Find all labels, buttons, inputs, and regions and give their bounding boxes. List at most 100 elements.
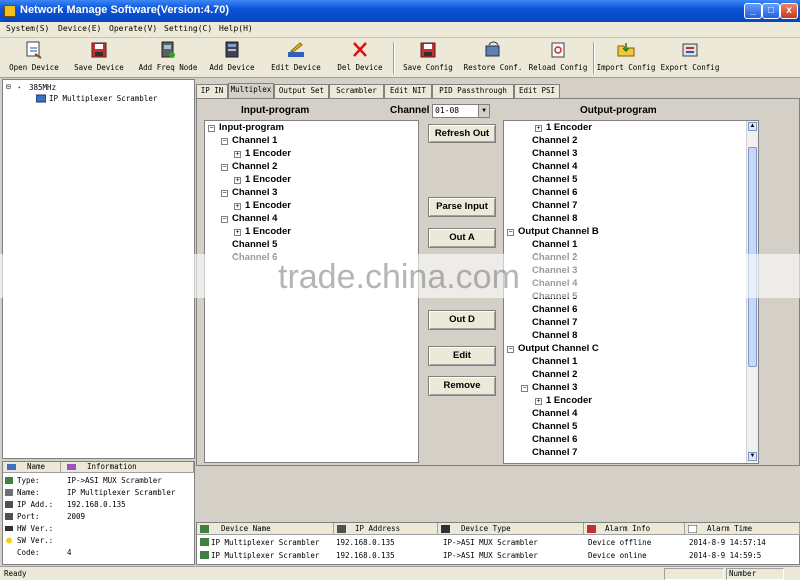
tree-node[interactable]: Channel 3 xyxy=(532,382,577,393)
tab-edit-nit[interactable]: Edit NIT xyxy=(384,84,432,98)
col-alarm-time[interactable]: Alarm Time xyxy=(685,523,800,535)
collapse-icon[interactable]: − xyxy=(208,125,215,132)
collapse-icon[interactable]: − xyxy=(221,216,228,223)
del-device-button[interactable]: Del Device xyxy=(327,40,393,76)
tree-node[interactable]: Channel 2 xyxy=(532,135,577,146)
tree-node[interactable]: 1 Encoder xyxy=(245,174,291,185)
tree-node[interactable]: Channel 6 xyxy=(532,304,577,315)
minimize-button[interactable]: _ xyxy=(744,3,762,19)
chevron-down-icon[interactable]: ▼ xyxy=(478,105,489,117)
reload-config-button[interactable]: Reload Config xyxy=(525,40,591,76)
collapse-icon[interactable]: − xyxy=(507,229,514,236)
tree-node[interactable]: Channel 2 xyxy=(532,369,577,380)
props-header-information[interactable]: Information xyxy=(61,462,194,473)
tree-node[interactable]: Channel 4 xyxy=(532,408,577,419)
collapse-icon[interactable]: − xyxy=(521,385,528,392)
tree-node[interactable]: Input-program xyxy=(219,122,284,133)
ip-icon xyxy=(5,501,13,508)
export-config-button[interactable]: Export Config xyxy=(657,40,723,76)
tree-node[interactable]: Channel 6 xyxy=(532,434,577,445)
tree-node[interactable]: 1 Encoder xyxy=(546,122,592,133)
tree-node[interactable]: Channel 5 xyxy=(532,421,577,432)
close-button[interactable]: x xyxy=(780,3,798,19)
menu-help[interactable]: Help(H) xyxy=(219,24,253,33)
tree-node[interactable]: 1 Encoder xyxy=(245,148,291,159)
tree-node[interactable]: Channel 3 xyxy=(232,187,277,198)
tree-node[interactable]: Channel 1 xyxy=(232,135,277,146)
out-d-button[interactable]: Out D xyxy=(428,310,496,330)
tree-device-node[interactable]: IP Multiplexer Scrambler xyxy=(49,94,157,103)
refresh-out-button[interactable]: Refresh Out xyxy=(428,124,496,143)
edit-button[interactable]: Edit xyxy=(428,346,496,366)
tree-node[interactable]: Output Channel B xyxy=(518,226,599,237)
remove-button[interactable]: Remove xyxy=(428,376,496,396)
import-config-icon xyxy=(617,43,635,57)
prop-row-hw: HW Ver.: xyxy=(3,523,194,534)
expand-icon[interactable]: + xyxy=(234,177,241,184)
tree-node[interactable]: Channel 5 xyxy=(532,174,577,185)
tree-node[interactable]: 1 Encoder xyxy=(245,200,291,211)
expand-icon[interactable]: + xyxy=(234,151,241,158)
collapse-icon[interactable]: − xyxy=(221,164,228,171)
col-device-type[interactable]: Device Type xyxy=(438,523,584,535)
maximize-button[interactable]: □ xyxy=(762,3,780,19)
open-device-button[interactable]: Open Device xyxy=(1,40,67,76)
device-row-icon xyxy=(200,538,209,546)
collapse-icon[interactable]: − xyxy=(221,138,228,145)
col-device-name[interactable]: Device Name xyxy=(197,523,334,535)
tree-node[interactable]: Channel 7 xyxy=(532,317,577,328)
scroll-up-icon[interactable]: ▲ xyxy=(748,122,757,131)
tab-pid-passthrough[interactable]: PID Passthrough xyxy=(432,84,514,98)
tree-node[interactable]: 1 Encoder xyxy=(245,226,291,237)
tree-node[interactable]: Channel 4 xyxy=(232,213,277,224)
col-alarm-info[interactable]: Alarm Info xyxy=(584,523,685,535)
edit-device-icon xyxy=(288,42,304,57)
tab-output-set[interactable]: Output Set xyxy=(274,84,329,98)
save-config-icon xyxy=(420,42,436,58)
tree-root-freq[interactable]: 385MHz xyxy=(29,83,56,92)
menu-system[interactable]: System(S) xyxy=(6,24,49,33)
import-config-button[interactable]: Import Config xyxy=(593,40,659,76)
tree-node[interactable]: Channel 1 xyxy=(532,356,577,367)
parse-input-button[interactable]: Parse Input xyxy=(428,197,496,217)
tab-scrambler[interactable]: Scrambler xyxy=(329,84,384,98)
expand-icon[interactable]: + xyxy=(234,203,241,210)
expand-icon[interactable]: + xyxy=(234,229,241,236)
save-device-button[interactable]: Save Device xyxy=(66,40,132,76)
tab-ip-in[interactable]: IP IN xyxy=(196,84,228,98)
tree-node[interactable]: Channel 2 xyxy=(232,161,277,172)
scroll-down-icon[interactable]: ▼ xyxy=(748,452,757,461)
collapse-icon[interactable]: − xyxy=(221,190,228,197)
tree-node[interactable]: Channel 7 xyxy=(532,200,577,211)
collapse-icon[interactable]: − xyxy=(507,346,514,353)
save-config-button[interactable]: Save Config xyxy=(395,40,461,76)
expand-icon[interactable]: + xyxy=(535,398,542,405)
tree-node[interactable]: Channel 3 xyxy=(532,148,577,159)
restore-config-button[interactable]: Restore Conf. xyxy=(460,40,526,76)
props-header-name[interactable]: Name xyxy=(3,462,61,473)
status-bar: Ready Number xyxy=(0,566,800,580)
tree-node[interactable]: 1 Encoder xyxy=(546,395,592,406)
tree-node[interactable]: Channel 8 xyxy=(532,330,577,341)
tree-node[interactable]: Output Channel C xyxy=(518,343,599,354)
tree-node[interactable]: Channel 4 xyxy=(532,161,577,172)
tree-node[interactable]: Channel 8 xyxy=(532,213,577,224)
tree-node[interactable]: Channel 5 xyxy=(232,239,277,250)
tree-node[interactable]: Channel 6 xyxy=(532,187,577,198)
tree-expander-icon[interactable]: ⊟ xyxy=(6,82,11,91)
tab-edit-psi[interactable]: Edit PSI xyxy=(514,84,560,98)
edit-device-button[interactable]: Edit Device xyxy=(263,40,329,76)
tree-node[interactable]: Channel 7 xyxy=(532,447,577,458)
add-device-button[interactable]: Add Device xyxy=(199,40,265,76)
menu-device[interactable]: Device(E) xyxy=(58,24,101,33)
delete-icon xyxy=(353,42,367,57)
col-ip-address[interactable]: IP Address xyxy=(334,523,438,535)
add-freq-node-button[interactable]: Add Freq Node xyxy=(135,40,201,76)
tree-node[interactable]: Channel 1 xyxy=(532,239,577,250)
expand-icon[interactable]: + xyxy=(535,125,542,132)
tab-multiplex[interactable]: Multiplex xyxy=(228,83,274,99)
channel-select[interactable]: 01-08 ▼ xyxy=(432,104,490,118)
out-a-button[interactable]: Out A xyxy=(428,228,496,248)
menu-operate[interactable]: Operate(V) xyxy=(109,24,157,33)
menu-setting[interactable]: Setting(C) xyxy=(164,24,212,33)
